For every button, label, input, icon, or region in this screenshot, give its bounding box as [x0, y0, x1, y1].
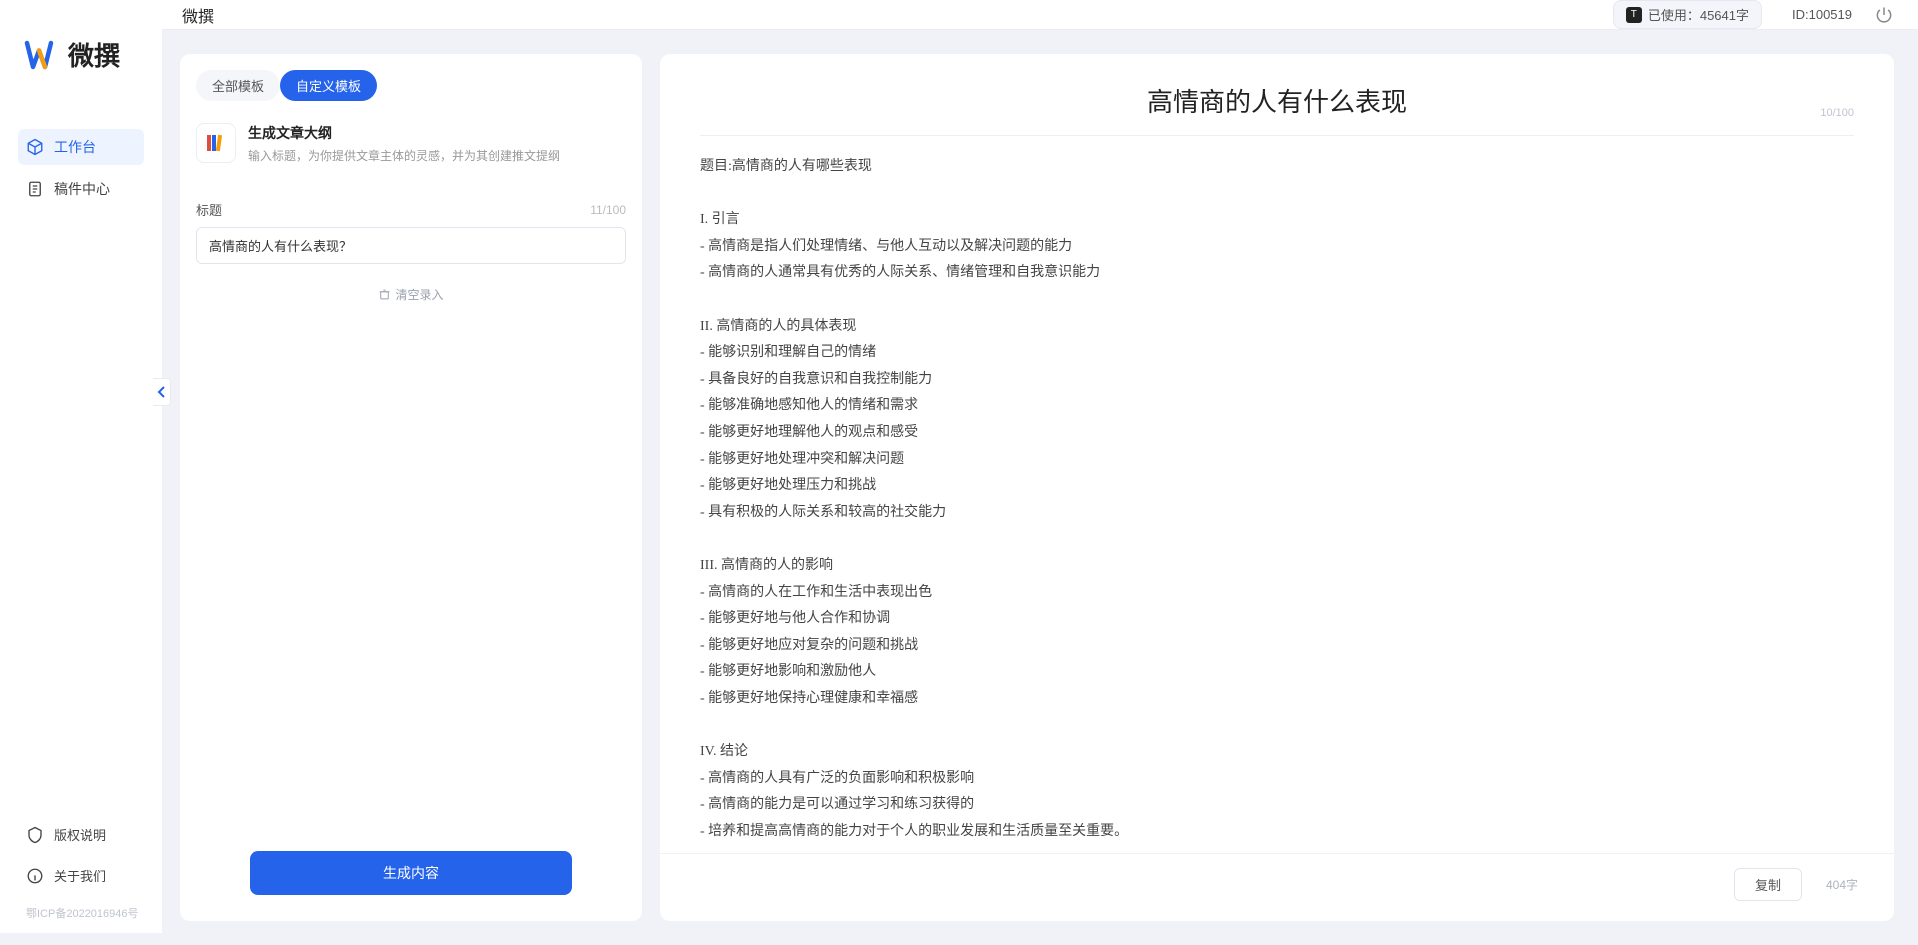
output-body[interactable]: 题目:高情商的人有哪些表现 I. 引言 - 高情商是指人们处理情绪、与他人互动以… [660, 136, 1894, 853]
sidebar: 微撰 工作台 稿件中心 版权说明 [0, 0, 162, 933]
panels: 全部模板 自定义模板 生成文章大纲 输入标题，为你提供文章主体的灵感，并为其创建… [162, 30, 1918, 945]
template-tabs: 全部模板 自定义模板 [180, 54, 642, 101]
user-id: ID:100519 [1792, 7, 1852, 22]
logo: 微撰 [0, 36, 162, 129]
shield-icon [26, 826, 44, 844]
nav-documents[interactable]: 稿件中心 [18, 171, 144, 207]
output-title: 高情商的人有什么表现 [700, 82, 1854, 119]
usage-value: 45641字 [1700, 5, 1749, 24]
generate-button[interactable]: 生成内容 [250, 851, 572, 895]
nav-copyright[interactable]: 版权说明 [18, 817, 144, 852]
icp-text: 鄂ICP备2022016946号 [0, 905, 162, 933]
clear-label: 清空录入 [395, 286, 443, 303]
field-label-title: 标题 [196, 200, 222, 219]
logo-text: 微撰 [68, 36, 120, 73]
template-desc: 输入标题，为你提供文章主体的灵感，并为其创建推文提纲 [248, 147, 560, 166]
nav-bottom: 版权说明 关于我们 [0, 817, 162, 905]
field-counter: 11/100 [590, 203, 626, 217]
topbar: 微撰 T 已使用： 45641字 ID:100519 [162, 0, 1918, 30]
nav-workbench[interactable]: 工作台 [18, 129, 144, 165]
copy-button[interactable]: 复制 [1734, 868, 1802, 901]
tab-all-templates[interactable]: 全部模板 [196, 70, 280, 101]
title-counter: 10/100 [1820, 107, 1854, 119]
tab-custom-templates[interactable]: 自定义模板 [280, 70, 377, 101]
template-title: 生成文章大纲 [248, 123, 560, 143]
nav-label: 关于我们 [54, 866, 106, 885]
nav-about[interactable]: 关于我们 [18, 858, 144, 893]
power-icon[interactable] [1874, 5, 1894, 25]
nav-main: 工作台 稿件中心 [0, 129, 162, 817]
doc-icon [26, 180, 44, 198]
nav-label: 稿件中心 [54, 179, 110, 199]
title-input[interactable] [196, 227, 626, 264]
nav-label: 工作台 [54, 137, 96, 157]
panel-output: 高情商的人有什么表现 10/100 题目:高情商的人有哪些表现 I. 引言 - … [660, 54, 1894, 921]
cube-icon [26, 138, 44, 156]
logo-icon [24, 37, 60, 73]
text-icon: T [1626, 7, 1642, 23]
clear-input-button[interactable]: 清空录入 [196, 286, 626, 303]
books-icon [196, 123, 236, 163]
sidebar-collapse-button[interactable] [153, 378, 171, 406]
template-card: 生成文章大纲 输入标题，为你提供文章主体的灵感，并为其创建推文提纲 [180, 101, 642, 178]
usage-badge[interactable]: T 已使用： 45641字 [1613, 0, 1762, 29]
usage-prefix: 已使用： [1648, 5, 1700, 24]
word-count: 404字 [1826, 876, 1858, 893]
topbar-title: 微撰 [182, 3, 214, 27]
info-icon [26, 867, 44, 885]
panel-input: 全部模板 自定义模板 生成文章大纲 输入标题，为你提供文章主体的灵感，并为其创建… [180, 54, 642, 921]
main-area: 微撰 T 已使用： 45641字 ID:100519 全部模板 自定义模板 [162, 0, 1918, 933]
nav-label: 版权说明 [54, 825, 106, 844]
